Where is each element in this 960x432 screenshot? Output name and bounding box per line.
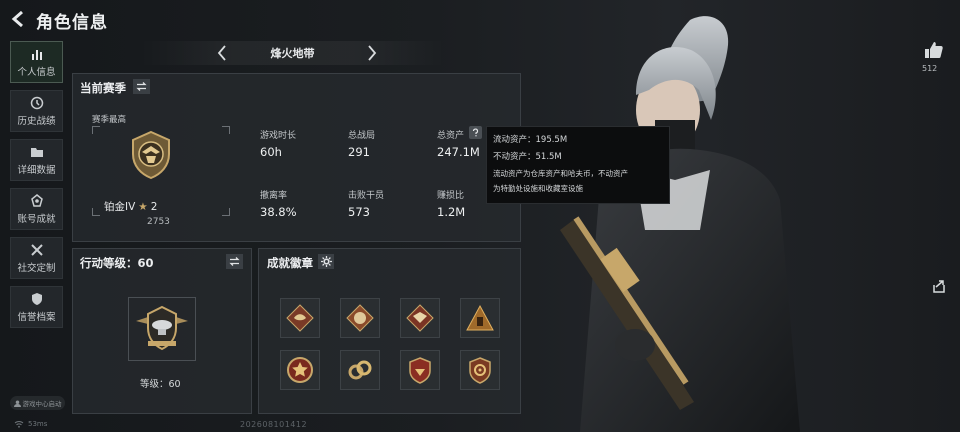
- sidebar-item-achievements[interactable]: 账号成就: [10, 188, 63, 230]
- bar-chart-icon: [31, 49, 42, 60]
- gear-icon: [320, 256, 332, 267]
- question-icon: [472, 128, 479, 137]
- share-icon: [933, 280, 945, 293]
- chevron-left-icon: [217, 45, 226, 61]
- rank-name: 铂金IV: [104, 201, 136, 213]
- user-icon: [13, 399, 21, 407]
- sidebar-item-reputation[interactable]: 信誉档案: [10, 286, 63, 328]
- dragon-emblem-icon: [286, 304, 314, 332]
- chevron-right-icon: [368, 45, 377, 61]
- asset-tooltip: 流动资产：195.5M 不动资产：51.5M 流动资产为仓库资产和哈夫币，不动资…: [486, 126, 670, 204]
- rank-score: 2753: [147, 217, 170, 227]
- rank-emblem-icon: [132, 130, 170, 180]
- stat-value: 1.2M: [437, 205, 466, 219]
- latency-readout: 53ms: [28, 420, 48, 428]
- season-best-label: 赛季最高: [92, 115, 127, 125]
- sidebar-item-history[interactable]: 历史战绩: [10, 90, 63, 132]
- tools-icon: [30, 243, 43, 256]
- season-switch-button[interactable]: [133, 79, 150, 94]
- tower-emblem-icon: [466, 304, 494, 331]
- clock-icon: [30, 96, 43, 109]
- stat-label: 击败干员: [348, 191, 385, 201]
- stat-label: 总资产: [437, 131, 465, 141]
- share-button[interactable]: [930, 277, 948, 295]
- stat-value: 60h: [260, 145, 282, 159]
- achievement-badge[interactable]: [400, 298, 440, 338]
- stat-value: 291: [348, 145, 370, 159]
- character-illustration: [560, 16, 800, 432]
- achievement-badge[interactable]: [340, 298, 380, 338]
- eagle-emblem-icon: [406, 304, 434, 332]
- beast-emblem-icon: [346, 304, 374, 332]
- stat-label: 赚损比: [437, 191, 465, 201]
- action-level-switch-button[interactable]: [226, 254, 243, 269]
- rank-line: 铂金IV ★ 2: [104, 199, 157, 214]
- action-level-title: 行动等级：60: [80, 256, 154, 270]
- stat-label: 总战局: [348, 131, 376, 141]
- back-button[interactable]: [8, 9, 28, 29]
- sidebar-item-detailed-data[interactable]: 详细数据: [10, 139, 63, 181]
- player-uid: 202608101412: [240, 420, 308, 429]
- game-center-button[interactable]: 游戏中心启动: [10, 396, 65, 410]
- sidebar-item-label: 账号成就: [17, 213, 56, 225]
- stat-value: 573: [348, 205, 370, 219]
- sidebar-item-social[interactable]: 社交定制: [10, 237, 63, 279]
- page-title: 角色信息: [36, 13, 108, 33]
- mode-next-button[interactable]: [364, 45, 380, 61]
- season-title: 当前赛季: [80, 81, 126, 95]
- medal-icon: [30, 193, 43, 207]
- stat-label: 撤离率: [260, 191, 288, 201]
- sidebar-item-label: 历史战绩: [17, 115, 56, 127]
- sidebar-item-label: 详细数据: [17, 164, 56, 176]
- sidebar-item-personal-info[interactable]: 个人信息: [10, 41, 63, 83]
- chain-medal-icon: [348, 360, 372, 380]
- status-bar: 53ms: [14, 420, 47, 428]
- mode-switcher: 烽火地带: [140, 41, 445, 65]
- level-label: 等级：60: [140, 379, 181, 390]
- achievement-title: 成就徽章: [267, 256, 313, 270]
- swap-icon: [136, 82, 147, 91]
- swap-icon: [229, 257, 240, 266]
- like-count: 512: [922, 64, 938, 73]
- rank-stars: 2: [150, 200, 158, 213]
- achievement-badge[interactable]: [340, 350, 380, 390]
- achievement-badge[interactable]: [280, 350, 320, 390]
- mode-prev-button[interactable]: [214, 45, 230, 61]
- shield-icon: [31, 292, 42, 305]
- tooltip-liquid: 流动资产：195.5M: [493, 135, 568, 145]
- tooltip-fixed: 不动资产：51.5M: [493, 152, 562, 162]
- asset-info-button[interactable]: [469, 126, 482, 139]
- thumbs-up-icon: [925, 42, 943, 58]
- sidebar-item-label: 信誉档案: [17, 311, 56, 323]
- achievement-settings-button[interactable]: [318, 254, 334, 269]
- level-emblem-icon: [136, 305, 188, 351]
- stat-value: 247.1M: [437, 145, 480, 159]
- sidebar-item-label: 社交定制: [17, 262, 56, 274]
- target-shield-icon: [469, 357, 491, 384]
- achievement-badge[interactable]: [460, 298, 500, 338]
- stat-label: 游戏时长: [260, 131, 297, 141]
- tooltip-note-line1: 流动资产为仓库资产和哈夫币，不动资产: [493, 169, 628, 178]
- character-info-screen: { "header": {"title": "角色信息"}, "sidebar"…: [0, 0, 960, 432]
- mode-name: 烽火地带: [270, 47, 315, 60]
- achievement-badge[interactable]: [400, 350, 440, 390]
- wifi-icon: [14, 421, 24, 428]
- achievement-badge[interactable]: [460, 350, 500, 390]
- rank-star-icon: ★: [138, 200, 148, 213]
- achievement-badge[interactable]: [280, 298, 320, 338]
- stat-value: 38.8%: [260, 205, 297, 219]
- back-arrow-icon: [11, 11, 23, 27]
- like-button[interactable]: [924, 40, 944, 60]
- folder-icon: [30, 147, 43, 157]
- sidebar-item-label: 个人信息: [17, 66, 56, 78]
- wing-shield-icon: [409, 357, 431, 384]
- game-center-label: 游戏中心启动: [22, 400, 62, 408]
- tooltip-note-line2: 为特勤处设施和收藏室设施: [493, 184, 583, 193]
- star-medal-icon: [287, 357, 313, 383]
